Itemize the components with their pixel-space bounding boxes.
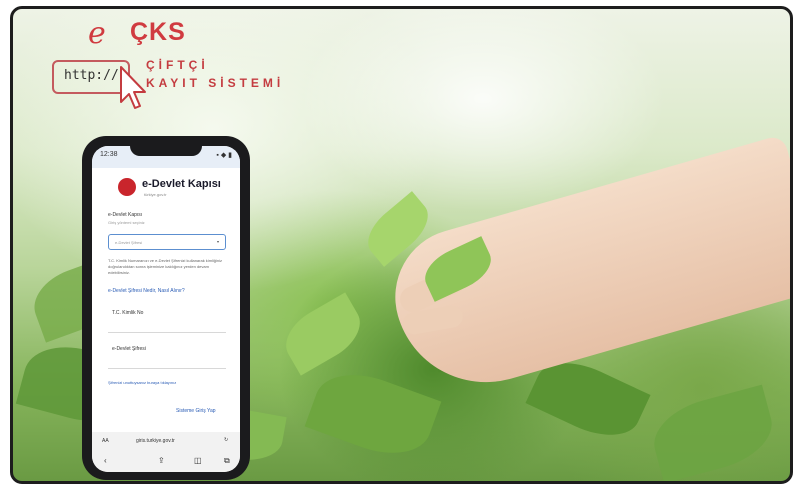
text-size-button[interactable]: AA <box>102 438 109 444</box>
cks-logo-name: ÇKS <box>130 18 186 46</box>
info-link[interactable]: e-Devlet Şifresi Nedir, Nasıl Alınır? <box>108 288 224 295</box>
login-heading: e-Devlet Kapısı <box>108 212 143 218</box>
edevlet-title: e-Devlet Kapısı <box>142 178 221 190</box>
info-text: T.C. Kimlik Numaranızı ve e-Devlet Şifre… <box>108 258 223 275</box>
back-icon[interactable]: ‹ <box>104 456 107 465</box>
chevron-down-icon: ▾ <box>216 239 219 244</box>
leaf-decoration <box>645 384 781 481</box>
tc-label: T.C. Kimlik No <box>112 310 144 316</box>
bookmarks-icon[interactable]: ◫ <box>194 456 202 465</box>
forgot-password-link[interactable]: Şifrenizi unuttuysanız buraya tıklayınız <box>108 380 224 385</box>
login-subheading: Giriş yöntemi seçiniz <box>108 220 145 225</box>
leaf-decoration <box>304 360 442 468</box>
password-input[interactable] <box>108 354 226 369</box>
password-label: e-Devlet Şifresi <box>112 346 146 352</box>
login-method-value: e-Devlet Şifresi <box>115 240 143 245</box>
edevlet-subtitle: türkiye.gov.tr <box>144 192 167 197</box>
edevlet-logo-icon <box>118 178 136 196</box>
status-time: 12:38 <box>100 151 118 158</box>
share-icon[interactable]: ⇪ <box>158 456 165 465</box>
phone-screen: 12:38 ▪ ◆ ▮ e-Devlet Kapısı türkiye.gov.… <box>92 146 240 472</box>
url-text: giris.turkiye.gov.tr <box>136 438 175 444</box>
browser-toolbar: ‹ ⇪ ◫ ⧉ <box>92 450 240 472</box>
tabs-icon[interactable]: ⧉ <box>224 456 230 466</box>
login-method-select[interactable]: e-Devlet Şifresi ▾ <box>108 234 226 250</box>
url-box-text: http:// <box>64 68 119 83</box>
signal-battery-icon: ▪ ◆ ▮ <box>216 152 232 159</box>
mouse-cursor-icon <box>120 66 146 109</box>
logo-subtitle-line-1: ÇİFTÇİ <box>146 58 209 72</box>
login-button[interactable]: Sisteme Giriş Yap <box>176 408 216 414</box>
reload-icon[interactable]: ↻ <box>224 437 228 443</box>
phone-notch <box>130 142 202 156</box>
leaf-decoration <box>275 292 371 376</box>
logo-subtitle-line-2: KAYIT SİSTEMİ <box>146 76 285 90</box>
browser-url-bar[interactable]: AA giris.turkiye.gov.tr ↻ <box>92 432 240 450</box>
cks-logo-mark: e <box>88 16 106 51</box>
tc-input[interactable] <box>108 318 226 333</box>
